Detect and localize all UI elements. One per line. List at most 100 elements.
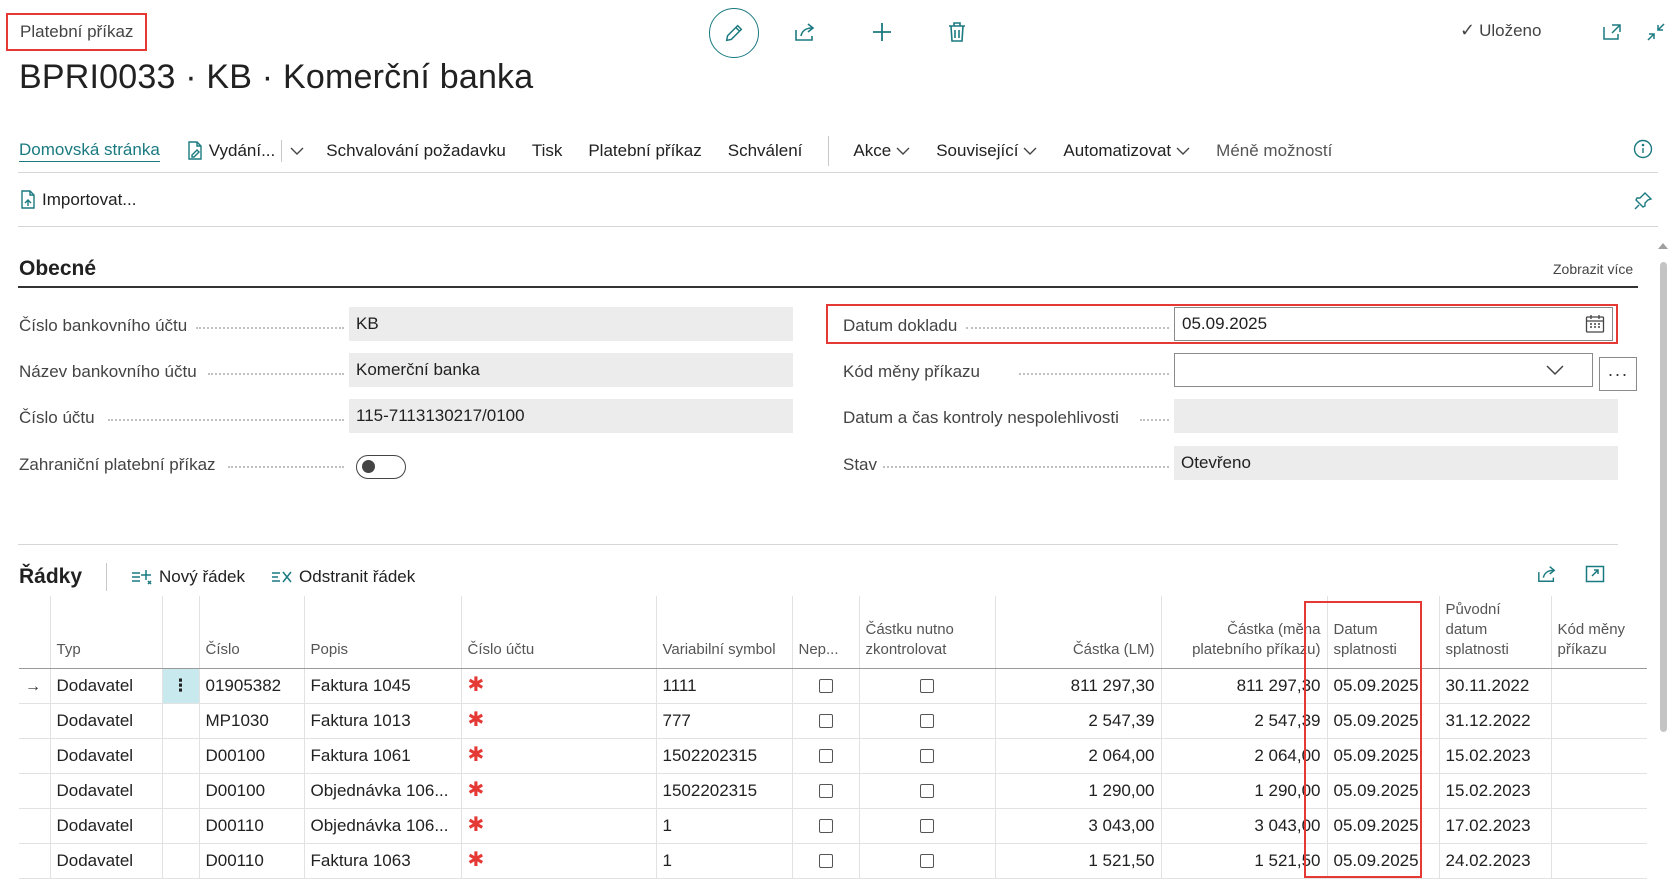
col-header-no[interactable]: Číslo [198, 596, 304, 669]
row-menu[interactable] [161, 738, 199, 774]
cell-amount-lcy[interactable]: 1 521,50 [994, 843, 1161, 879]
cell-type[interactable]: Dodavatel [49, 843, 162, 879]
cell-no[interactable]: MP1030 [198, 703, 304, 739]
cell-amount-lcy[interactable]: 811 297,30 [994, 668, 1161, 704]
col-header-account-no[interactable]: Číslo účtu [460, 596, 656, 669]
section-general-title[interactable]: Obecné [19, 257, 96, 281]
cell-no[interactable]: D00100 [198, 773, 304, 809]
cell-type[interactable]: Dodavatel [49, 668, 162, 704]
lines-expand-button[interactable] [1577, 556, 1613, 592]
cell-amount-lcy[interactable]: 3 043,00 [994, 808, 1161, 844]
approval-button[interactable]: Schválení [728, 141, 803, 161]
row-menu[interactable] [161, 703, 199, 739]
amount-check-checkbox[interactable] [920, 679, 934, 694]
cell-amount-order-currency[interactable]: 1 521,50 [1160, 843, 1327, 879]
import-button[interactable]: Importovat... [19, 190, 136, 210]
currency-code-select[interactable] [1174, 353, 1593, 387]
cell-type[interactable]: Dodavatel [49, 808, 162, 844]
scroll-up-arrow[interactable] [1657, 242, 1669, 250]
cell-account-no[interactable]: ✱ [460, 808, 656, 844]
skip-checkbox[interactable] [818, 819, 833, 834]
cell-description[interactable]: Faktura 1045 [303, 668, 461, 704]
skip-checkbox[interactable] [818, 784, 833, 799]
col-header-original-due-date[interactable]: Původní datum splatnosti [1438, 596, 1551, 669]
cell-variable-symbol[interactable]: 1502202315 [655, 738, 792, 774]
cell-type[interactable]: Dodavatel [49, 703, 162, 739]
cell-amount-lcy[interactable]: 2 547,39 [994, 703, 1161, 739]
cell-currency-code[interactable] [1550, 808, 1647, 844]
info-button[interactable] [1625, 131, 1661, 167]
account-no-field[interactable]: 115-7113130217/0100 [349, 399, 793, 433]
cell-account-no[interactable]: ✱ [460, 703, 656, 739]
payment-order-button[interactable]: Platební příkaz [588, 141, 701, 161]
row-menu[interactable] [161, 808, 199, 844]
issue-dropdown[interactable] [281, 140, 304, 162]
cell-amount-order-currency[interactable]: 811 297,30 [1160, 668, 1327, 704]
lines-share-button[interactable] [1529, 556, 1565, 592]
cell-type[interactable]: Dodavatel [49, 773, 162, 809]
cell-original-due-date[interactable]: 17.02.2023 [1438, 808, 1551, 844]
cell-amount-order-currency[interactable]: 2 547,39 [1160, 703, 1327, 739]
tab-home[interactable]: Domovská stránka [19, 140, 160, 162]
col-header-currency-code[interactable]: Kód měny příkazu [1550, 596, 1647, 669]
pin-button[interactable] [1625, 183, 1661, 219]
issue-button[interactable]: Vydání... [186, 141, 275, 161]
delete-line-button[interactable]: Odstranit řádek [271, 567, 415, 587]
fewer-options-button[interactable]: Méně možností [1216, 141, 1332, 161]
cell-currency-code[interactable] [1550, 668, 1647, 704]
cell-description[interactable]: Objednávka 106... [303, 773, 461, 809]
cell-description[interactable]: Faktura 1013 [303, 703, 461, 739]
actions-menu[interactable]: Akce [853, 141, 910, 161]
cell-description[interactable]: Faktura 1063 [303, 843, 461, 879]
cell-original-due-date[interactable]: 31.12.2022 [1438, 703, 1551, 739]
cell-amount-lcy[interactable]: 1 290,00 [994, 773, 1161, 809]
cell-description[interactable]: Faktura 1061 [303, 738, 461, 774]
skip-checkbox[interactable] [818, 749, 833, 764]
cell-variable-symbol[interactable]: 1 [655, 808, 792, 844]
col-header-type[interactable]: Typ [49, 596, 162, 669]
unreliability-check-field[interactable] [1174, 399, 1618, 433]
amount-check-checkbox[interactable] [920, 714, 934, 729]
skip-checkbox[interactable] [818, 679, 833, 694]
cell-account-no[interactable]: ✱ [460, 843, 656, 879]
currency-lookup-button[interactable]: ··· [1599, 357, 1637, 391]
col-header-amount-lcy[interactable]: Částka (LM) [994, 596, 1161, 669]
col-header-variable-symbol[interactable]: Variabilní symbol [655, 596, 792, 669]
cell-variable-symbol[interactable]: 1502202315 [655, 773, 792, 809]
col-header-skip[interactable]: Nep... [791, 596, 859, 669]
cell-account-no[interactable]: ✱ [460, 738, 656, 774]
cell-no[interactable]: D00110 [198, 808, 304, 844]
row-menu[interactable]: ⋮ [161, 668, 199, 704]
cell-description[interactable]: Objednávka 106... [303, 808, 461, 844]
collapse-button[interactable] [1636, 12, 1676, 52]
cell-account-no[interactable]: ✱ [460, 773, 656, 809]
cell-original-due-date[interactable]: 30.11.2022 [1438, 668, 1551, 704]
amount-check-checkbox[interactable] [920, 854, 934, 869]
skip-checkbox[interactable] [818, 854, 833, 869]
calendar-button[interactable] [1585, 314, 1605, 334]
amount-check-checkbox[interactable] [920, 819, 934, 834]
row-menu[interactable] [161, 773, 199, 809]
col-header-amount-order-currency[interactable]: Částka (měna platebního příkazu) [1160, 596, 1327, 669]
cell-account-no[interactable]: ✱ [460, 668, 656, 704]
col-header-description[interactable]: Popis [303, 596, 461, 669]
approval-request-button[interactable]: Schvalování požadavku [326, 141, 506, 161]
cell-variable-symbol[interactable]: 1 [655, 843, 792, 879]
delete-button[interactable] [937, 12, 977, 52]
new-line-button[interactable]: Nový řádek [131, 567, 245, 587]
new-button[interactable] [862, 12, 902, 52]
cell-variable-symbol[interactable]: 1111 [655, 668, 792, 704]
cell-currency-code[interactable] [1550, 738, 1647, 774]
currency-dropdown-arrow[interactable] [1546, 365, 1564, 376]
cell-amount-lcy[interactable]: 2 064,00 [994, 738, 1161, 774]
print-button[interactable]: Tisk [532, 141, 563, 161]
cell-amount-order-currency[interactable]: 2 064,00 [1160, 738, 1327, 774]
cell-original-due-date[interactable]: 24.02.2023 [1438, 843, 1551, 879]
amount-check-checkbox[interactable] [920, 749, 934, 764]
cell-currency-code[interactable] [1550, 703, 1647, 739]
open-new-window-button[interactable] [1592, 12, 1632, 52]
cell-no[interactable]: 01905382 [198, 668, 304, 704]
col-header-amount-must-check[interactable]: Částku nutno zkontrolovat [858, 596, 995, 669]
share-button[interactable] [785, 12, 825, 52]
cell-currency-code[interactable] [1550, 843, 1647, 879]
